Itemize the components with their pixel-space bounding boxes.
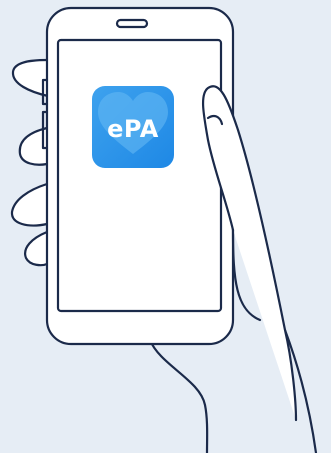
phone-speaker <box>115 18 149 29</box>
app-label: ePA <box>107 115 159 143</box>
hand-holding-phone-illustration <box>10 6 318 453</box>
phone-screen <box>56 38 223 313</box>
epa-app-icon[interactable]: ePA <box>92 86 174 168</box>
illustration-stage: ePA <box>0 0 331 453</box>
phone <box>41 6 235 346</box>
